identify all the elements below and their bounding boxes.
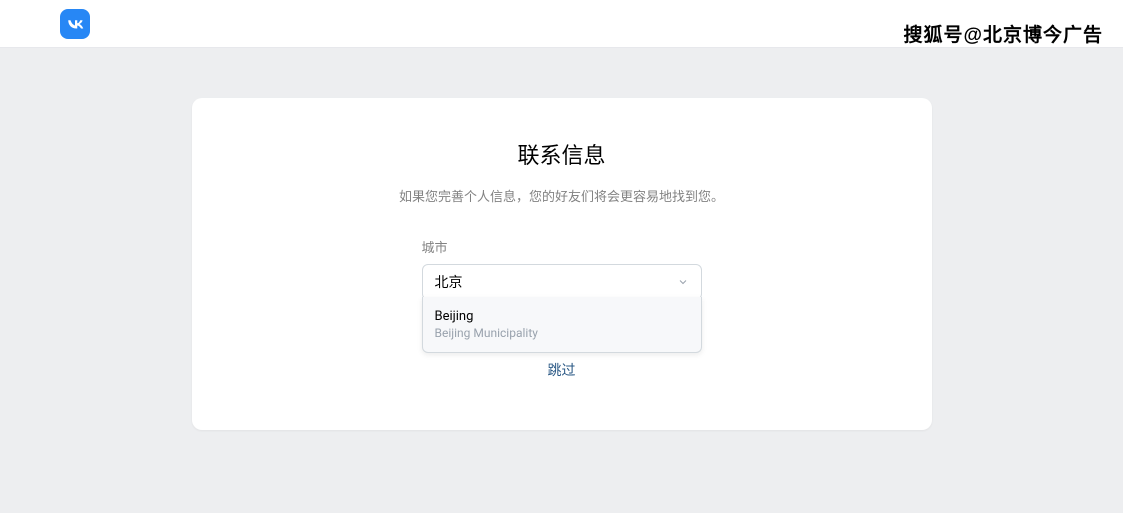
watermark-text: 搜狐号@北京博今广告 xyxy=(903,20,1103,47)
city-dropdown-item[interactable]: Beijing Beijing Municipality xyxy=(423,303,701,346)
city-dropdown: Beijing Beijing Municipality xyxy=(422,297,702,353)
card-subtitle: 如果您完善个人信息，您的好友们将会更容易地找到您。 xyxy=(222,186,902,205)
city-select-value: 北京 xyxy=(435,272,463,292)
skip-link[interactable]: 跳过 xyxy=(222,360,902,380)
card-title: 联系信息 xyxy=(222,138,902,170)
city-select[interactable]: 北京 xyxy=(422,264,702,300)
vk-logo[interactable] xyxy=(60,9,90,39)
city-label: 城市 xyxy=(422,237,702,256)
contact-info-card: 联系信息 如果您完善个人信息，您的好友们将会更容易地找到您。 城市 北京 Bei… xyxy=(192,98,932,430)
vk-logo-icon xyxy=(66,15,84,33)
city-dropdown-item-subtitle: Beijing Municipality xyxy=(435,326,689,340)
city-dropdown-item-title: Beijing xyxy=(435,309,689,324)
chevron-down-icon xyxy=(677,273,689,292)
form-wrap: 城市 北京 Beijing Beijing Municipality xyxy=(422,237,702,300)
